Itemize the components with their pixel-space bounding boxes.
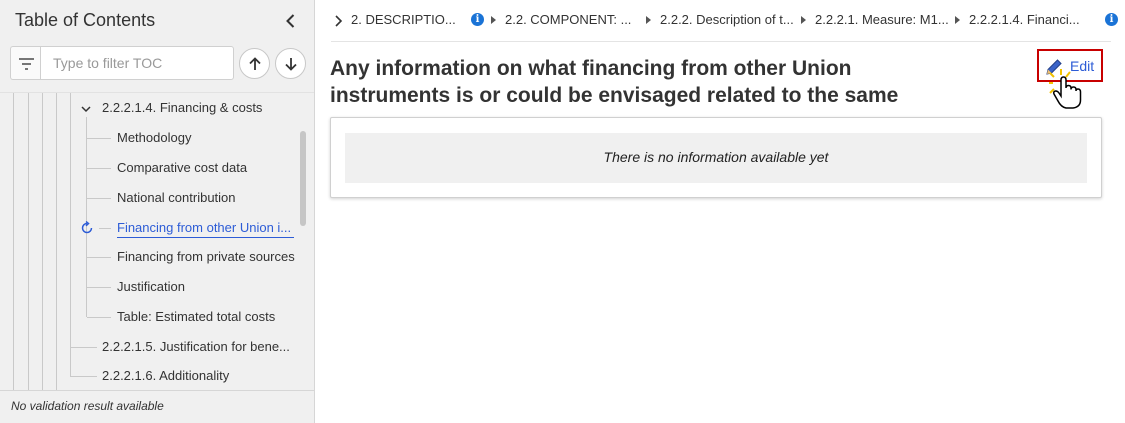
toc-node-national-contribution[interactable]: National contribution: [117, 190, 236, 205]
toc-node-financing-other-union[interactable]: Financing from other Union i...: [117, 220, 294, 238]
empty-state-message: There is no information available yet: [603, 149, 829, 165]
tree-branch: [99, 228, 111, 229]
info-icon[interactable]: i: [1105, 13, 1118, 26]
toc-node-financing-private[interactable]: Financing from private sources: [117, 249, 295, 264]
next-match-button[interactable]: [275, 48, 306, 79]
info-icon[interactable]: i: [471, 13, 484, 26]
chevron-down-icon: [81, 106, 91, 113]
chevron-left-icon: [286, 14, 295, 28]
tree-guide-line: [70, 93, 71, 377]
tree-guide-line: [13, 93, 14, 390]
toc-node-additionality[interactable]: 2.2.2.1.6. Additionality: [102, 368, 229, 383]
breadcrumb-item-measure[interactable]: 2.2.2.1. Measure: M1...: [815, 12, 949, 27]
tree-guide-line: [28, 93, 29, 390]
arrow-down-icon: [285, 58, 297, 71]
validation-footer: No validation result available: [0, 390, 314, 423]
tree-branch: [87, 257, 111, 258]
tree-branch: [71, 347, 97, 348]
filter-icon: [10, 46, 41, 80]
toc-title: Table of Contents: [15, 10, 156, 30]
toc-node-justification-for-bene[interactable]: 2.2.2.1.5. Justification for bene...: [102, 339, 294, 354]
toc-node-methodology[interactable]: Methodology: [117, 130, 191, 145]
tree-guide-line: [42, 93, 43, 390]
hand-cursor-icon: [1049, 69, 1082, 109]
toc-filter-row: [0, 42, 314, 92]
breadcrumb-separator: [801, 16, 806, 24]
empty-state-box: There is no information available yet: [345, 133, 1087, 183]
validation-status-text: No validation result available: [11, 399, 164, 413]
tree-branch: [87, 198, 111, 199]
toc-node-comparative-cost-data[interactable]: Comparative cost data: [117, 160, 247, 175]
breadcrumb: 2. DESCRIPTIO... i 2.2. COMPONENT: ... 2…: [331, 0, 1118, 42]
breadcrumb-item-financing[interactable]: 2.2.2.1.4. Financi...: [969, 12, 1080, 27]
toc-node-justification[interactable]: Justification: [117, 279, 185, 294]
collapse-toc-button[interactable]: [281, 11, 301, 31]
toc-tree: 2.2.2.1.4. Financing & costs Methodology…: [0, 92, 314, 390]
chevron-right-icon[interactable]: [334, 15, 344, 27]
tree-branch: [87, 168, 111, 169]
arrow-up-icon: [249, 57, 261, 70]
breadcrumb-item-description-of[interactable]: 2.2.2. Description of t...: [660, 12, 794, 27]
toc-header: Table of Contents: [0, 0, 314, 42]
refresh-icon: [81, 221, 93, 234]
tree-branch: [71, 376, 97, 377]
toc-filter-input[interactable]: [40, 46, 234, 80]
breadcrumb-separator: [955, 16, 960, 24]
tree-guide-line: [56, 93, 57, 390]
breadcrumb-separator: [491, 16, 496, 24]
toc-sidebar: Table of Contents Type to filter TOC 2.2…: [0, 0, 315, 423]
tree-branch: [87, 317, 111, 318]
tree-branch: [87, 287, 111, 288]
content-panel: There is no information available yet: [330, 117, 1102, 198]
breadcrumb-item-description[interactable]: 2. DESCRIPTIO...: [351, 12, 456, 27]
tree-branch: [87, 138, 111, 139]
toc-scrollbar[interactable]: [300, 131, 306, 226]
toc-node-label: 2.2.2.1.4. Financing & costs: [102, 100, 263, 115]
toc-node-estimated-total-costs[interactable]: Table: Estimated total costs: [117, 309, 275, 324]
breadcrumb-separator: [646, 16, 651, 24]
previous-match-button[interactable]: [239, 48, 270, 79]
main-content: 2. DESCRIPTIO... i 2.2. COMPONENT: ... 2…: [316, 0, 1125, 423]
breadcrumb-item-component[interactable]: 2.2. COMPONENT: ...: [505, 12, 631, 27]
